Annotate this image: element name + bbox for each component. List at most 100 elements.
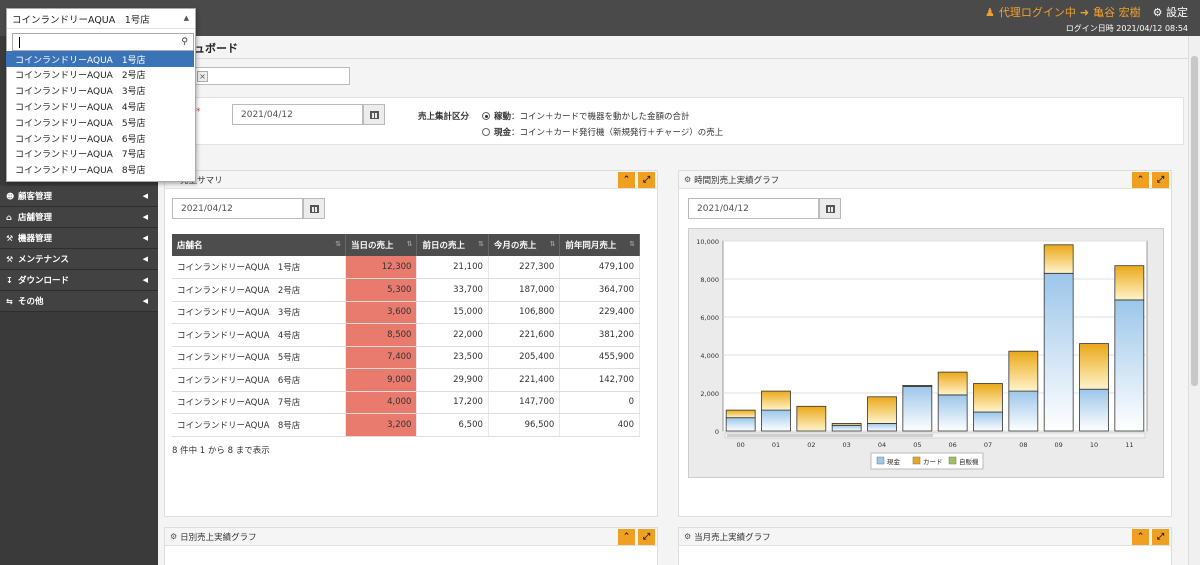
table-cell: 3,600 [345,301,418,324]
sidebar-item-0[interactable]: ☻ 顧客管理 ◀ [0,186,158,207]
table-cell: 15,000 [416,301,489,324]
gear-icon: ⚙ [1152,6,1163,19]
x-tick-label: 11 [1125,441,1133,449]
column-header[interactable]: 店舗名 ⇅ [172,234,347,256]
bar-現金 [1114,299,1145,432]
table-row: コインランドリーAQUA 4号店 8,500 22,000 221,600 381,20… [172,323,640,347]
dropdown-option[interactable]: コインランドリーAQUA 5号店 [6,114,194,130]
dropdown-option[interactable]: コインランドリーAQUA 7号店 [6,146,194,162]
store-select-value: コインランドリーAQUA 1号店 [12,14,150,26]
hourly-panel-header: ⚙ 時間別売上実績グラフ [679,171,1171,189]
table-cell: 455,900 [559,346,640,369]
legend-swatch [876,456,885,465]
sidebar-item-2[interactable]: ⚒ 機器管理 ◀ [0,228,158,249]
bar-カード [1114,265,1145,301]
chart-scrollbar-thumb [727,434,933,437]
collapse-button[interactable]: ⌃ [618,172,635,188]
hourly-date-input[interactable]: 2021/04/12 [688,198,819,219]
x-tick-label: 10 [1090,441,1098,449]
bar-カード [902,384,933,387]
table-cell: コインランドリーAQUA 3号店 [172,301,347,324]
x-tick-label: 01 [772,441,780,449]
dropdown-option[interactable]: コインランドリーAQUA 1号店 [6,51,194,67]
x-tick-label: 07 [984,441,992,449]
table-cell: 227,300 [488,256,561,279]
radio-cash-circle[interactable] [482,128,490,136]
summary-date-input[interactable]: 2021/04/12 [172,198,303,219]
dropdown-option[interactable]: コインランドリーAQUA 3号店 [6,83,194,99]
x-tick-label: 00 [737,441,745,449]
radio-operation-circle[interactable] [482,112,490,120]
collapse-button[interactable]: ⌃ [618,529,635,545]
table-cell: 205,400 [488,346,561,369]
table-cell: 229,400 [559,301,640,324]
radio-cash[interactable]: 現金：コイン＋カード発行機（新規発行＋チャージ）の売上 [482,126,723,138]
table-cell: 23,500 [416,346,489,369]
table-row: コインランドリーAQUA 6号店 9,000 29,900 221,400 142,70… [172,368,640,392]
scrollbar-thumb[interactable] [1191,56,1198,386]
collapse-button[interactable]: ⌃ [1132,172,1149,188]
settings-link[interactable]: ⚙ 設定 [1153,4,1188,20]
expand-button[interactable]: ⤢ [638,529,655,545]
dropdown-option[interactable]: コインランドリーAQUA 2号店 [6,67,194,83]
sidebar-item-5[interactable]: ⇆ その他 ◀ [0,291,158,312]
tag-remove-icon[interactable]: × [197,71,208,82]
date-input[interactable]: 2021/04/12 [232,104,363,125]
radio-operation-text: ：コイン＋カードで機器を動かした金額の合計 [511,112,690,122]
home-icon: ⌂ [6,212,12,222]
x-tick-label: 06 [949,441,957,449]
summary-calendar-button[interactable] [303,198,325,219]
y-tick-label: 4,000 [700,352,719,360]
sort-icon: ⇅ [629,240,635,248]
column-header[interactable]: 今月の売上 ⇅ [488,234,561,256]
bar-カード [725,409,756,419]
table-cell: 7,400 [345,346,418,369]
bar-カード [1043,244,1074,274]
settings-label: 設定 [1166,6,1188,19]
table-cell: 221,400 [488,368,561,392]
table-cell: コインランドリーAQUA 7号店 [172,391,347,414]
sidebar-item-label: 顧客管理 [18,192,53,202]
store-select[interactable]: コインランドリーAQUA 1号店 ▲ [7,9,195,29]
daily-panel: ⚙ 日別売上実績グラフ ⌃ ⤢ [164,527,658,565]
radio-operation[interactable]: 稼動：コイン＋カードで機器を動かした金額の合計 [482,110,690,122]
sidebar-item-4[interactable]: ↧ ダウンロード ◀ [0,270,158,291]
dropdown-option[interactable]: コインランドリーAQUA 4号店 [6,98,194,114]
shuffle-icon: ⇆ [6,296,13,306]
table-cell: 17,200 [416,391,489,414]
table-cell: 106,800 [488,301,561,324]
store-search-input[interactable]: ⚲ [12,33,194,51]
aggregation-label: 売上集計区分 [418,112,470,122]
table-cell: 364,700 [559,278,640,302]
user-name[interactable]: 亀谷 宏樹 [1093,4,1141,20]
expand-button[interactable]: ⤢ [1152,172,1169,188]
dropdown-option[interactable]: コインランドリーAQUA 8号店 [6,162,194,178]
sidebar-item-1[interactable]: ⌂ 店舗管理 ◀ [0,207,158,228]
table-row: コインランドリーAQUA 8号店 3,200 6,500 96,500 400 [172,413,640,437]
sidebar-item-3[interactable]: ⚒ メンテナンス ◀ [0,249,158,270]
store-tag-input[interactable]: × [194,67,350,85]
calendar-button[interactable] [363,104,385,125]
table-cell: 3,200 [345,413,418,437]
legend-label: 自販機 [959,457,979,466]
bar-カード [1079,343,1109,390]
bar-カード [1008,350,1039,392]
column-header[interactable]: 当日の売上 ⇅ [345,234,418,256]
caret-left-icon: ◀ [142,213,148,221]
hourly-calendar-button[interactable] [819,198,841,219]
column-header[interactable]: 前年同月売上 ⇅ [559,234,640,256]
legend-swatch [912,456,921,465]
bar-現金 [867,422,897,432]
expand-button[interactable]: ⤢ [638,172,655,188]
sidebar-item-label: メンテナンス [18,255,69,265]
table-cell: 9,000 [345,368,418,392]
collapse-button[interactable]: ⌃ [1132,529,1149,545]
gear-icon: ⚙ [684,175,692,184]
monthly-panel-title: 当月売上実績グラフ [694,532,771,543]
column-header[interactable]: 前日の売上 ⇅ [416,234,489,256]
vertical-scrollbar[interactable] [1188,36,1200,565]
sidebar-item-label: その他 [18,297,44,307]
expand-button[interactable]: ⤢ [1152,529,1169,545]
y-tick-label: 10,000 [696,238,719,246]
dropdown-option[interactable]: コインランドリーAQUA 6号店 [6,130,194,146]
